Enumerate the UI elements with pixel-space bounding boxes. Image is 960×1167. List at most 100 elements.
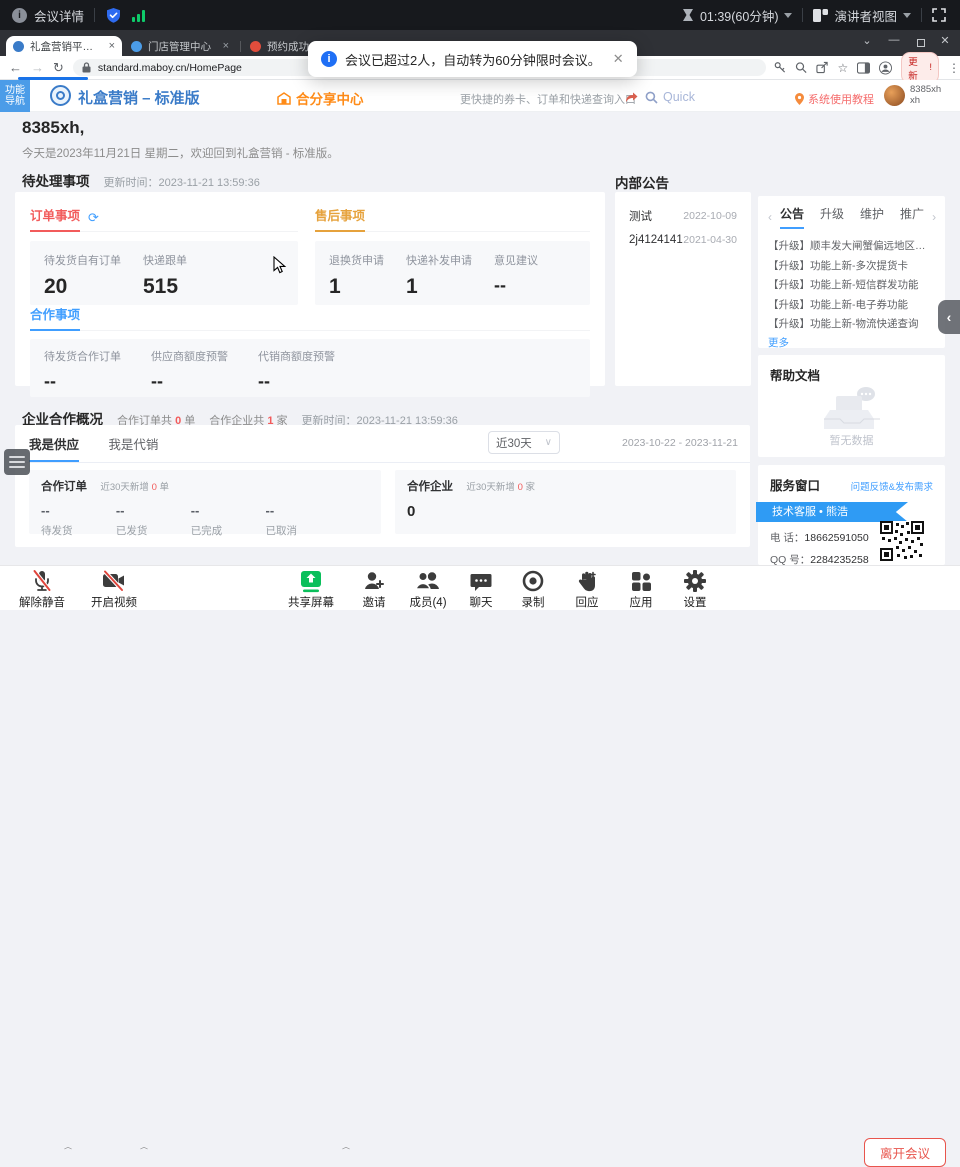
fullscreen-icon[interactable] (932, 8, 946, 22)
bulletin-tab-announcement[interactable]: 公告 (780, 205, 804, 229)
agent-ribbon: 技术客服 • 熊浩 (756, 502, 908, 522)
welcome-greeting: 今天是2023年11月21日 星期二，欢迎回到礼盒营销 - 标准版。 (22, 145, 339, 161)
share-screen-button[interactable]: 共享屏幕 (280, 569, 342, 609)
bulletin-item[interactable]: 【升级】功能上新-多次提货卡 (768, 257, 935, 277)
service-card: 服务窗口 问题反馈&发布需求 技术客服 • 熊浩 电 话：18662591050… (758, 465, 945, 565)
quick-entry-hint: 更快捷的券卡、订单和快递查询入口 (460, 91, 636, 107)
timer-caret-down-icon[interactable] (784, 13, 792, 18)
bulletin-item[interactable]: 【升级】功能上新-短信群发功能 (768, 276, 935, 296)
record-button[interactable]: 录制 (512, 569, 554, 609)
bulletin-item[interactable]: 【升级】功能上新-电子券功能 (768, 296, 935, 316)
coop-group-title[interactable]: 合作事项 (30, 304, 80, 331)
user-avatar[interactable] (884, 85, 905, 106)
floating-widget[interactable] (4, 449, 30, 475)
start-video-button[interactable]: 开启视频 (82, 569, 146, 609)
zoom-icon[interactable] (795, 61, 807, 74)
order-group: 订单事项 ⟳ 待发货自有订单 20 快递跟单 515 (30, 205, 298, 305)
chrome-update-button[interactable]: 更新 ! (901, 52, 939, 84)
update-label: 更新 (908, 54, 925, 82)
bulletin-item[interactable]: 【升级】顺丰发大闸蟹偏远地区不成功问... (768, 237, 935, 257)
reload-icon[interactable]: ↻ (53, 60, 64, 76)
function-nav-button[interactable]: 功能 导航 (0, 80, 30, 112)
browser-tab-2[interactable]: 门店管理中心 × (124, 36, 236, 56)
window-close-button[interactable]: ✕ (936, 34, 954, 47)
video-options-chevron-icon[interactable]: ︿ (140, 1142, 148, 1151)
service-title: 服务窗口 (770, 475, 820, 494)
date-range-select[interactable]: 近30天 ∨ (488, 431, 560, 454)
view-mode-button[interactable]: 演讲者视图 (834, 6, 897, 25)
camera-off-icon (101, 570, 127, 592)
meeting-toast: i 会议已超过2人，自动转为60分钟限时会议。 ✕ (308, 41, 637, 77)
reactions-button[interactable]: 回应 (566, 569, 608, 609)
meeting-details-button[interactable]: 会议详情 (34, 6, 84, 25)
chat-button[interactable]: 聊天 (460, 569, 502, 609)
side-panel-icon[interactable] (857, 62, 870, 74)
notice-item[interactable]: 测试 2022-10-09 (629, 204, 737, 228)
brand-title: 礼盒营销 – 标准版 (78, 87, 200, 108)
network-signal-icon[interactable] (132, 9, 146, 22)
share-options-chevron-icon[interactable]: ︿ (342, 1142, 350, 1151)
settings-gear-icon (684, 570, 706, 592)
bulletin-next-icon[interactable]: › (932, 210, 936, 224)
meeting-bottom-toolbar: 解除静音 ︿ 开启视频 ︿ 共享屏幕 ︿ (0, 565, 960, 610)
tab-i-am-reseller[interactable]: 我是代销 (108, 425, 158, 462)
tab-i-am-supplier[interactable]: 我是供应 (29, 425, 79, 462)
share-center-link[interactable]: 合分享中心 (277, 88, 364, 108)
unmute-button[interactable]: 解除静音 (10, 569, 74, 609)
search-icon (645, 91, 658, 104)
divider (802, 8, 803, 22)
chrome-menu-dots-icon[interactable]: ⋮ (948, 61, 960, 75)
collapse-panel-handle[interactable]: ‹ (938, 300, 960, 334)
refresh-icon[interactable]: ⟳ (88, 210, 99, 226)
tutorial-link[interactable]: 系统使用教程 (795, 91, 874, 107)
profile-avatar-icon[interactable] (879, 61, 892, 75)
bulletin-more-link[interactable]: 更多 (768, 335, 935, 350)
stat-resend-requests: 快递补发申请 1 (406, 252, 472, 294)
url-text: standard.maboy.cn/HomePage (98, 62, 242, 74)
security-shield-icon[interactable] (105, 7, 122, 24)
phone-number: 18662591050 (804, 532, 868, 544)
quick-label: Quick (663, 90, 695, 104)
members-button[interactable]: 成员(4) (402, 569, 454, 609)
meeting-timer[interactable]: 01:39(60分钟) (700, 6, 779, 25)
chat-bubble-icon (470, 571, 492, 592)
toast-close-icon[interactable]: ✕ (613, 51, 624, 67)
notice-item-name: 测试 (629, 208, 652, 224)
browser-tab-1[interactable]: 礼盒营销平台管理中心 × (6, 36, 122, 56)
invite-button[interactable]: 邀请 (352, 569, 396, 609)
meeting-top-bar: i 会议详情 01:39(60分钟) 演讲者视图 (0, 0, 960, 30)
tab-close-icon[interactable]: × (223, 40, 229, 52)
stat-suggestions: 意见建议 -- (494, 252, 538, 294)
leave-meeting-button[interactable]: 离开会议 (864, 1138, 946, 1167)
bulletin-card: ‹ 公告 升级 维护 推广 › 【升级】顺丰发大闸蟹偏远地区不成功问... 【升… (758, 196, 945, 348)
apps-button[interactable]: 应用 (620, 569, 662, 609)
bulletin-tab-maintenance[interactable]: 维护 (860, 205, 884, 229)
tab-search-icon[interactable]: ⌄ (858, 34, 876, 47)
aftersale-group-title[interactable]: 售后事项 (315, 205, 365, 232)
mute-options-chevron-icon[interactable]: ︿ (64, 1142, 72, 1151)
password-key-icon[interactable] (774, 61, 786, 74)
invite-person-icon (363, 570, 385, 592)
view-caret-down-icon[interactable] (903, 13, 911, 18)
quick-search[interactable]: Quick (645, 90, 695, 104)
bookmark-star-icon[interactable]: ☆ (837, 61, 848, 75)
bulletin-prev-icon[interactable]: ‹ (768, 210, 772, 224)
coop-company-panel-title: 合作企业 (407, 481, 453, 493)
select-arrow-icon: ∨ (545, 437, 552, 448)
window-maximize-button[interactable] (917, 39, 925, 47)
update-bang-icon: ! (929, 62, 932, 73)
share-icon[interactable] (816, 61, 828, 74)
order-group-title[interactable]: 订单事项 (30, 205, 80, 232)
feedback-link[interactable]: 问题反馈&发布需求 (851, 479, 933, 493)
bulletin-item[interactable]: 【升级】功能上新-物流快递查询 (768, 315, 935, 335)
tab-close-icon[interactable]: × (109, 40, 115, 52)
window-minimize-button[interactable]: — (885, 34, 903, 46)
forward-icon[interactable]: → (31, 60, 44, 75)
back-icon[interactable]: ← (9, 60, 22, 75)
settings-button[interactable]: 设置 (674, 569, 716, 609)
layout-view-icon (813, 9, 828, 22)
bulletin-tab-upgrade[interactable]: 升级 (820, 205, 844, 229)
tab-favicon (131, 41, 142, 52)
bulletin-tab-promo[interactable]: 推广 (900, 205, 924, 229)
notice-item[interactable]: 2j4124141 2021-04-30 (629, 228, 737, 252)
